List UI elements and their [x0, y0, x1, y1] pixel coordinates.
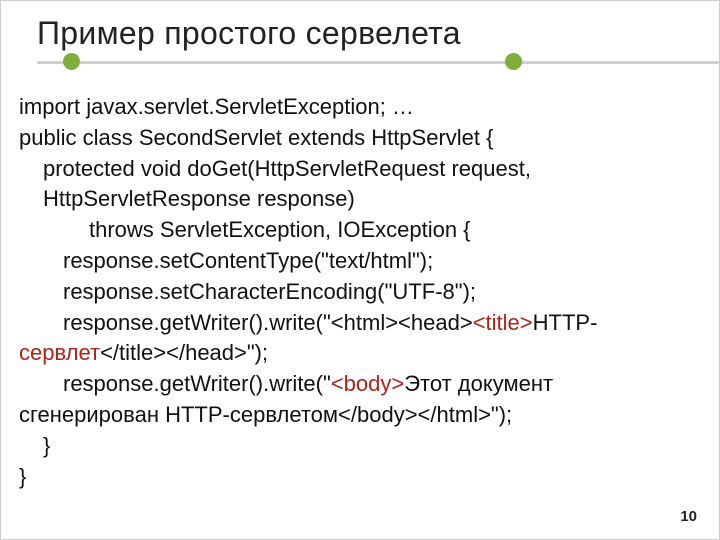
page-number: 10	[680, 508, 697, 525]
code-line: throws ServletException, IOException {	[89, 215, 703, 246]
code-line: response.setCharacterEncoding("UTF-8");	[63, 277, 703, 308]
code-text: HTTP-	[533, 310, 598, 335]
code-line: response.setContentType("text/html");	[63, 246, 703, 277]
slide-title: Пример простого сервелета	[37, 15, 719, 52]
code-line: public class SecondServlet extends HttpS…	[19, 123, 703, 154]
code-text: </title></head>");	[100, 340, 268, 365]
code-line: response.getWriter().write("<body>Этот д…	[63, 369, 703, 400]
code-line: }	[19, 462, 703, 493]
code-block: import javax.servlet.ServletException; ……	[1, 74, 719, 492]
code-line: response.getWriter().write("<html><head>…	[63, 308, 703, 339]
code-line: сгенерирован HTTP-сервлетом</body></html…	[19, 400, 703, 431]
title-rule	[37, 60, 719, 64]
code-text: сгенерирован HTTP-сервлетом</body></html…	[19, 402, 512, 427]
code-line: protected void doGet(HttpServletRequest …	[43, 154, 703, 216]
rule-dot-icon	[63, 53, 80, 70]
rule-dot-icon	[505, 53, 522, 70]
code-line: import javax.servlet.ServletException; …	[19, 92, 703, 123]
code-text: response.getWriter().write("	[63, 371, 331, 396]
keyword-title: <title>	[473, 310, 533, 335]
keyword-body: <body>	[331, 371, 404, 396]
code-text: response.getWriter().write("<html><head>	[63, 310, 473, 335]
code-line: сервлет</title></head>");	[19, 338, 703, 369]
title-area: Пример простого сервелета	[1, 1, 719, 74]
code-line: }	[43, 431, 703, 462]
keyword-text: сервлет	[19, 340, 100, 365]
rule-line	[37, 61, 719, 64]
slide: Пример простого сервелета import javax.s…	[0, 0, 720, 540]
code-text: Этот документ	[404, 371, 559, 396]
